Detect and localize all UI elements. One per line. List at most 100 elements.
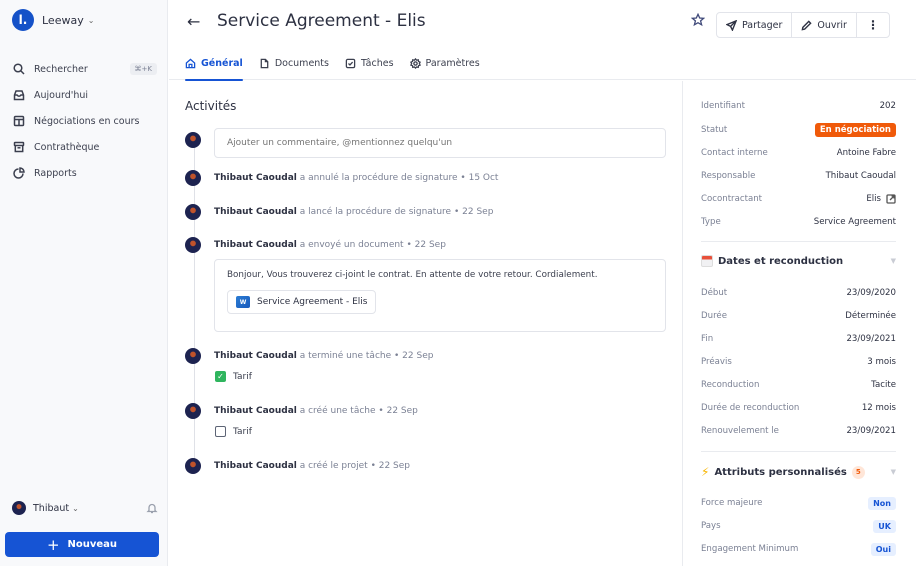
field-notice: Préavis 3 mois bbox=[701, 355, 896, 369]
attribute-pill[interactable]: UK bbox=[873, 519, 896, 533]
field-label: Début bbox=[701, 288, 728, 298]
tab-label: Documents bbox=[274, 57, 329, 69]
star-icon[interactable] bbox=[691, 13, 705, 27]
shortcut-badge: ⌘+K bbox=[129, 63, 157, 75]
field-value[interactable]: 3 mois bbox=[867, 357, 896, 367]
task-checkbox-checked[interactable]: ✓ bbox=[215, 371, 226, 382]
field-value[interactable]: Thibaut Caoudal bbox=[826, 171, 896, 181]
field-counterparty: Cocontractant Elis bbox=[701, 192, 896, 206]
sidebar-nav: Rechercher ⌘+K Aujourd'hui Négociations … bbox=[0, 56, 167, 186]
field-label: Responsable bbox=[701, 171, 756, 181]
activity-date: • 15 Oct bbox=[460, 173, 499, 183]
custom-attributes-header[interactable]: ⚡ Attributs personnalisés 5 ▼ bbox=[701, 465, 896, 479]
sidebar-item-search[interactable]: Rechercher ⌘+K bbox=[0, 56, 167, 82]
avatar bbox=[185, 403, 201, 419]
layout-icon bbox=[13, 115, 25, 127]
inbox-icon bbox=[13, 90, 25, 101]
field-value[interactable]: 23/09/2021 bbox=[846, 426, 896, 436]
activities-heading: Activités bbox=[185, 99, 237, 113]
activity-actor[interactable]: Thibaut Caoudal bbox=[214, 351, 297, 361]
plus-icon: + bbox=[46, 535, 60, 554]
sidebar-item-today[interactable]: Aujourd'hui bbox=[0, 82, 167, 108]
share-button[interactable]: Partager bbox=[717, 13, 793, 37]
activity-actor[interactable]: Thibaut Caoudal bbox=[214, 207, 297, 217]
avatar bbox=[185, 348, 201, 364]
home-icon bbox=[185, 58, 196, 68]
field-value[interactable]: 12 mois bbox=[862, 403, 896, 413]
open-label: Ouvrir bbox=[817, 19, 847, 31]
activity-item: Thibaut Caoudal a envoyé un document • 2… bbox=[185, 236, 446, 254]
dates-section-header[interactable]: Dates et reconduction ▼ bbox=[701, 255, 896, 267]
page-header: ← Service Agreement - Elis Partager Ouvr… bbox=[169, 0, 916, 81]
tab-label: Tâches bbox=[360, 57, 394, 69]
tab-label: Paramètres bbox=[425, 57, 480, 69]
field-value[interactable]: 23/09/2021 bbox=[846, 334, 896, 344]
sidebar-item-label: Contrathèque bbox=[34, 141, 100, 153]
avatar bbox=[185, 132, 201, 148]
activity-actor[interactable]: Thibaut Caoudal bbox=[214, 240, 297, 250]
sidebar-item-reports[interactable]: Rapports bbox=[0, 160, 167, 186]
activity-action: a annulé la procédure de signature bbox=[299, 173, 458, 183]
activity-text: Thibaut Caoudal a envoyé un document • 2… bbox=[214, 236, 446, 254]
field-renewal: Reconduction Tacite bbox=[701, 378, 896, 392]
tab-tasks[interactable]: Tâches bbox=[345, 48, 394, 80]
document-message-card: Bonjour, Vous trouverez ci-joint le cont… bbox=[214, 259, 666, 332]
back-arrow-icon[interactable]: ← bbox=[187, 12, 200, 31]
sidebar-item-negotiations[interactable]: Négociations en cours bbox=[0, 108, 167, 134]
field-label: Contact interne bbox=[701, 148, 768, 158]
tab-general[interactable]: Général bbox=[185, 48, 243, 81]
activity-action: a créé le projet bbox=[299, 461, 368, 471]
tab-documents[interactable]: Documents bbox=[259, 48, 329, 80]
field-duration: Durée Déterminée bbox=[701, 309, 896, 323]
activity-actor[interactable]: Thibaut Caoudal bbox=[214, 406, 297, 416]
activity-actor[interactable]: Thibaut Caoudal bbox=[214, 173, 297, 183]
field-identifier: Identifiant 202 bbox=[701, 99, 896, 113]
field-label: Renouvelement le bbox=[701, 426, 779, 436]
field-value[interactable]: Tacite bbox=[871, 380, 896, 390]
section-title: Dates et reconduction bbox=[718, 255, 844, 267]
user-menu[interactable]: Thibaut ⌄ bbox=[12, 501, 158, 515]
divider bbox=[701, 451, 896, 452]
chevron-down-icon: ⌄ bbox=[72, 503, 79, 513]
external-link-icon[interactable] bbox=[886, 194, 896, 204]
brand-logo: l. bbox=[12, 9, 34, 31]
details-panel: Identifiant 202 Statut En négociation Co… bbox=[682, 81, 916, 566]
status-badge[interactable]: En négociation bbox=[814, 123, 896, 137]
comment-input[interactable] bbox=[214, 128, 666, 158]
attachment-chip[interactable]: W Service Agreement - Elis bbox=[227, 290, 377, 314]
field-value[interactable]: Elis bbox=[866, 194, 881, 204]
tab-settings[interactable]: Paramètres bbox=[409, 48, 480, 80]
avatar bbox=[185, 237, 201, 253]
word-file-icon: W bbox=[236, 296, 250, 308]
sidebar-item-contract-library[interactable]: Contrathèque bbox=[0, 134, 167, 160]
sidebar-item-label: Rechercher bbox=[34, 63, 88, 75]
activity-actor[interactable]: Thibaut Caoudal bbox=[214, 461, 297, 471]
field-start: Début 23/09/2020 bbox=[701, 286, 896, 300]
task-checkbox[interactable] bbox=[215, 426, 226, 437]
field-label: Fin bbox=[701, 334, 714, 344]
more-options-button[interactable]: ⋮ bbox=[857, 13, 889, 37]
calendar-icon bbox=[701, 255, 713, 267]
bell-icon[interactable] bbox=[146, 502, 158, 514]
document-message: Bonjour, Vous trouverez ci-joint le cont… bbox=[227, 270, 598, 280]
activity-item: Thibaut Caoudal a annulé la procédure de… bbox=[185, 169, 498, 187]
activity-text: Thibaut Caoudal a créé le projet • 22 Se… bbox=[214, 457, 410, 475]
new-button[interactable]: + Nouveau bbox=[5, 532, 159, 557]
field-value[interactable]: 23/09/2020 bbox=[846, 288, 896, 298]
activity-date: • 22 Sep bbox=[406, 240, 446, 250]
activity-action: a créé une tâche bbox=[299, 406, 376, 416]
attribute-pill[interactable]: Non bbox=[868, 496, 896, 510]
workspace-switcher[interactable]: l. Leeway ⌄ bbox=[12, 9, 94, 31]
share-label: Partager bbox=[742, 19, 783, 31]
avatar bbox=[185, 204, 201, 220]
open-button[interactable]: Ouvrir bbox=[792, 13, 857, 37]
field-value[interactable]: Déterminée bbox=[845, 311, 896, 321]
attribute-pill[interactable]: Oui bbox=[870, 542, 896, 556]
field-value[interactable]: Antoine Fabre bbox=[837, 148, 896, 158]
tab-label: Général bbox=[201, 57, 243, 69]
chevron-down-icon: ▼ bbox=[890, 468, 896, 476]
page-title: Service Agreement - Elis bbox=[217, 11, 426, 31]
field-value-wrap: Elis bbox=[866, 194, 896, 204]
field-value[interactable]: Service Agreement bbox=[814, 217, 896, 227]
field-label: Force majeure bbox=[701, 498, 763, 508]
